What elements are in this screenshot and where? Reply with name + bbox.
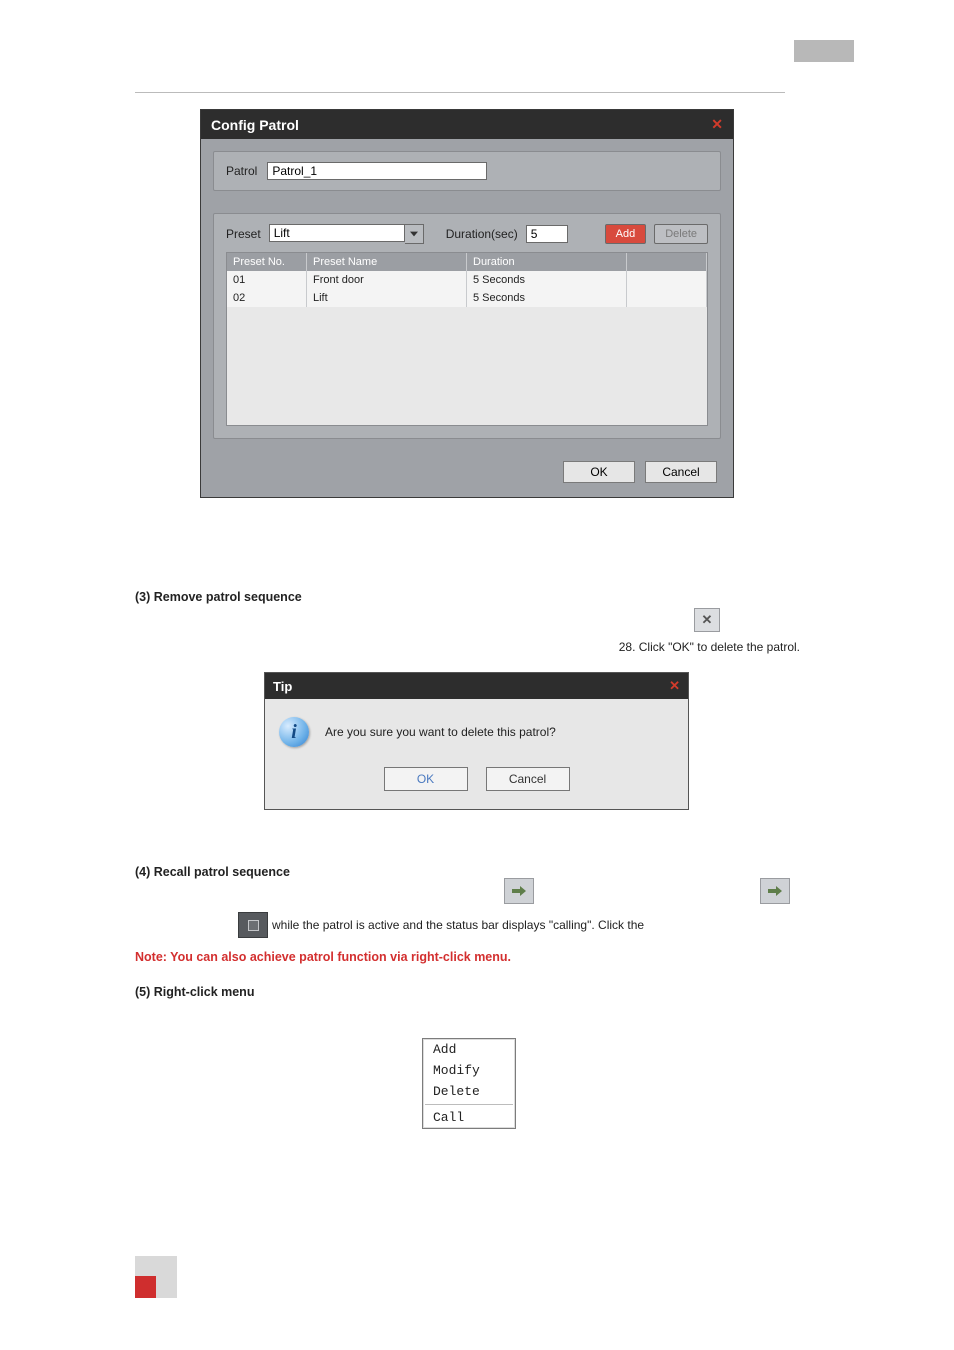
config-patrol-titlebar: Config Patrol ✕	[201, 110, 733, 139]
header-gray-block	[794, 40, 854, 62]
tip-cancel-button[interactable]: Cancel	[486, 767, 570, 791]
cell-preset-name: Lift	[307, 289, 467, 307]
col-duration: Duration	[467, 253, 627, 271]
arrow-right-icon[interactable]	[760, 878, 790, 904]
tip-ok-button[interactable]: OK	[384, 767, 468, 791]
tip-message: Are you sure you want to delete this pat…	[325, 725, 556, 739]
cell-duration: 5 Seconds	[467, 271, 627, 289]
section-4-heading: (4) Recall patrol sequence	[135, 865, 290, 879]
col-rest	[627, 253, 707, 271]
config-patrol-window: Config Patrol ✕ Patrol Preset Duration(s	[200, 109, 734, 498]
cancel-button[interactable]: Cancel	[645, 461, 717, 483]
close-icon[interactable]: ✕	[669, 678, 680, 694]
ctx-modify[interactable]: Modify	[423, 1060, 515, 1081]
info-icon: i	[279, 717, 309, 747]
footer-logo	[135, 1256, 177, 1298]
preset-config-panel: Preset Duration(sec) Add Delete	[213, 213, 721, 439]
config-patrol-footer: OK Cancel	[201, 451, 733, 497]
ctx-call[interactable]: Call	[423, 1107, 515, 1128]
duration-input[interactable]	[526, 225, 568, 243]
ctx-separator	[425, 1104, 513, 1105]
grid-header: Preset No. Preset Name Duration	[227, 253, 707, 271]
preset-grid[interactable]: Preset No. Preset Name Duration 01 Front…	[226, 252, 708, 426]
preset-input[interactable]	[269, 224, 405, 242]
note-text: Note: You can also achieve patrol functi…	[135, 950, 511, 964]
section-4-text: while the patrol is active and the statu…	[272, 918, 644, 932]
section-5-heading: (5) Right-click menu	[135, 985, 254, 999]
patrol-label: Patrol	[226, 164, 257, 178]
duration-label: Duration(sec)	[446, 227, 518, 241]
delete-button: Delete	[654, 224, 708, 244]
preset-label: Preset	[226, 227, 261, 241]
figure-caption-28: 28. Click "OK" to delete the patrol.	[619, 640, 800, 654]
table-row[interactable]: 02 Lift 5 Seconds	[227, 289, 707, 307]
tip-titlebar: Tip ✕	[265, 673, 688, 699]
ctx-delete[interactable]: Delete	[423, 1081, 515, 1102]
preset-combo[interactable]	[269, 224, 424, 244]
cell-preset-no: 01	[227, 271, 307, 289]
cell-preset-no: 02	[227, 289, 307, 307]
section-3-heading: (3) Remove patrol sequence	[135, 590, 302, 604]
col-preset-name: Preset Name	[307, 253, 467, 271]
ctx-add[interactable]: Add	[423, 1039, 515, 1060]
chevron-down-icon[interactable]	[405, 224, 424, 244]
header-rule	[135, 92, 785, 93]
table-row[interactable]: 01 Front door 5 Seconds	[227, 271, 707, 289]
tip-dialog: Tip ✕ i Are you sure you want to delete …	[264, 672, 689, 810]
delete-x-icon[interactable]: ✕	[694, 608, 720, 632]
close-icon[interactable]: ✕	[711, 116, 723, 133]
col-preset-no: Preset No.	[227, 253, 307, 271]
context-menu: Add Modify Delete Call	[422, 1038, 516, 1129]
patrol-name-panel: Patrol	[213, 151, 721, 191]
stop-icon[interactable]	[238, 912, 268, 938]
add-button[interactable]: Add	[605, 224, 647, 244]
ok-button[interactable]: OK	[563, 461, 635, 483]
arrow-right-icon[interactable]	[504, 878, 534, 904]
cell-duration: 5 Seconds	[467, 289, 627, 307]
config-patrol-title: Config Patrol	[211, 117, 299, 133]
cell-preset-name: Front door	[307, 271, 467, 289]
tip-title-text: Tip	[273, 679, 292, 694]
patrol-name-input[interactable]	[267, 162, 487, 180]
